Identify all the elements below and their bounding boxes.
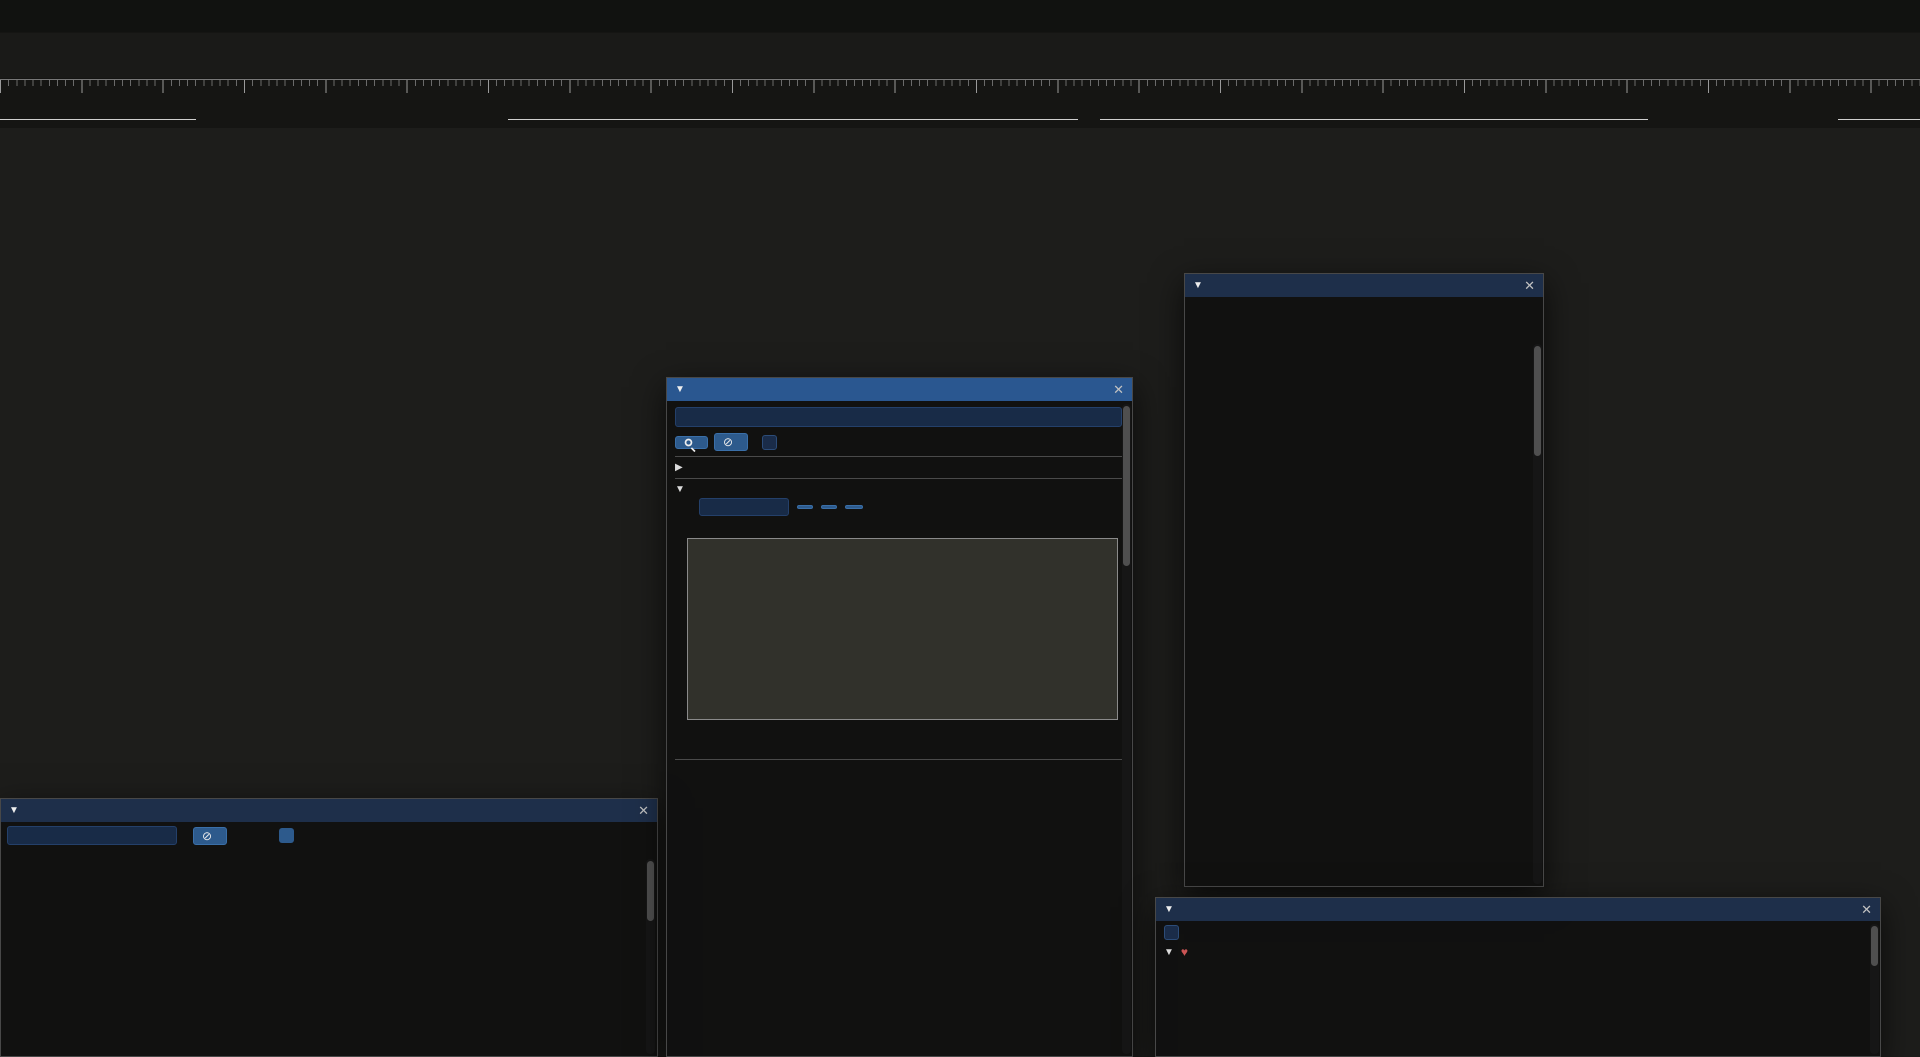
search-icon	[685, 438, 693, 446]
clear-button[interactable]: ⊘	[714, 433, 748, 451]
histogram-section-header[interactable]: ▼	[675, 484, 1124, 495]
frame-line	[1100, 119, 1648, 120]
zone-info-titlebar[interactable]: ▼ ✕	[1185, 274, 1543, 297]
search-input[interactable]	[675, 407, 1122, 427]
collapse-icon[interactable]: ▼	[675, 384, 685, 395]
close-icon[interactable]: ✕	[1524, 278, 1535, 294]
frame-line	[0, 119, 196, 120]
ignore-case-checkbox[interactable]	[762, 435, 777, 450]
statistics-titlebar[interactable]: ▼ ✕	[1, 799, 657, 822]
time-ruler	[0, 79, 1920, 95]
increase-bin-button[interactable]	[821, 505, 837, 509]
find-zone-window[interactable]: ▼ ✕ ⊘ ▶ ▼	[666, 377, 1133, 1057]
find-zone-histogram[interactable]	[687, 538, 1118, 720]
frames-overview-strip[interactable]	[0, 33, 1920, 78]
statistics-window[interactable]: ▼ ✕ ⊘	[0, 798, 658, 1057]
collapse-icon[interactable]: ▼	[1164, 904, 1174, 915]
min-bin-input[interactable]	[699, 498, 789, 516]
restrict-time-checkbox[interactable]	[1164, 925, 1179, 940]
collapse-icon[interactable]: ▼	[9, 805, 19, 816]
clear-filter-button[interactable]: ⊘	[193, 827, 227, 845]
memory-titlebar[interactable]: ▼ ✕	[1156, 898, 1880, 921]
histogram-options[interactable]	[675, 516, 1124, 534]
reset-button[interactable]	[845, 505, 863, 509]
collapse-icon[interactable]: ▼	[1164, 947, 1174, 958]
find-button[interactable]	[675, 436, 708, 449]
zone-info-window[interactable]: ▼ ✕	[1184, 273, 1544, 887]
find-zone-titlebar[interactable]: ▼ ✕	[667, 378, 1132, 401]
frame-line	[508, 119, 1078, 120]
zone-info-scrollbar[interactable]	[1533, 344, 1542, 884]
main-toolbar	[0, 0, 1920, 32]
memory-scrollbar[interactable]	[1870, 924, 1879, 1054]
frame-line	[1838, 119, 1920, 120]
memory-window[interactable]: ▼ ✕ ▼ ♥	[1155, 897, 1881, 1057]
statistics-scrollbar[interactable]	[646, 859, 655, 1054]
matched-source-locations[interactable]: ▶	[675, 462, 1124, 473]
allocations-icon: ♥	[1181, 945, 1188, 959]
histogram-axis	[687, 720, 1118, 754]
filter-input[interactable]	[7, 826, 177, 845]
find-zone-scrollbar[interactable]	[1122, 404, 1131, 1054]
limit-to-view-button[interactable]	[279, 828, 294, 843]
close-icon[interactable]: ✕	[1861, 902, 1872, 918]
decrease-bin-button[interactable]	[797, 505, 813, 509]
close-icon[interactable]: ✕	[638, 803, 649, 819]
collapse-icon[interactable]: ▼	[1193, 280, 1203, 291]
frame-separator-row[interactable]	[0, 110, 1920, 128]
close-icon[interactable]: ✕	[1113, 382, 1124, 398]
time-ruler-labels	[0, 95, 1920, 111]
